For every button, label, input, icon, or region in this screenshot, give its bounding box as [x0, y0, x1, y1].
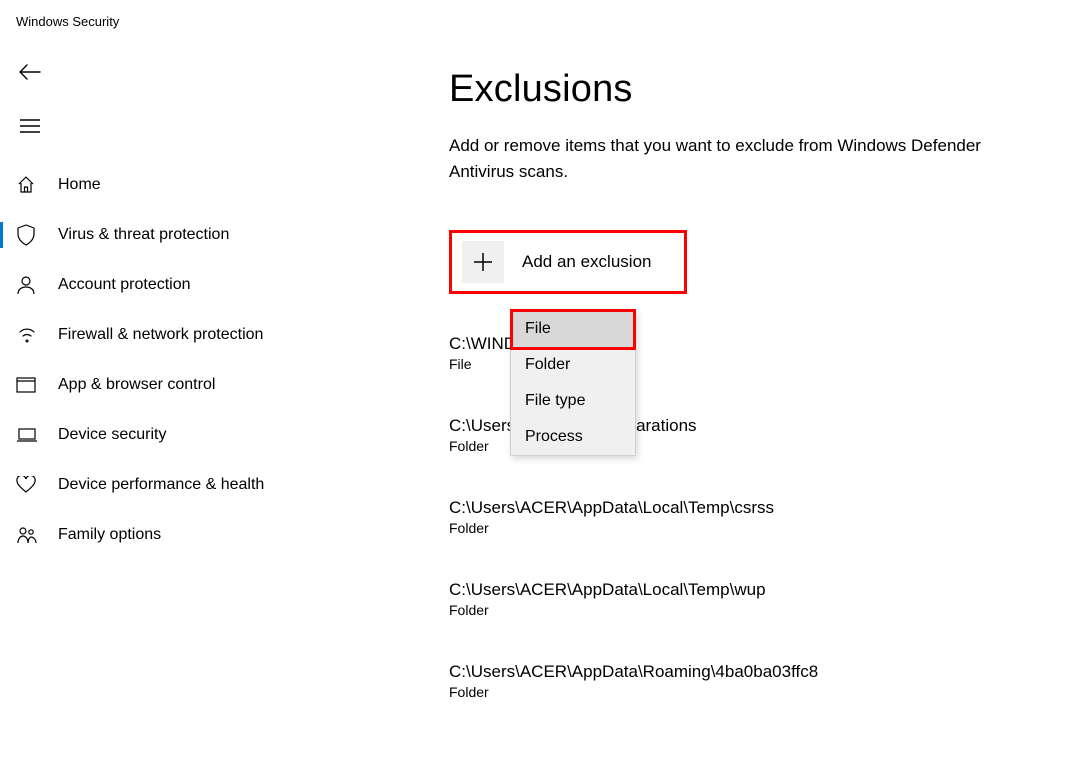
signal-icon: [16, 326, 44, 344]
add-exclusion-button[interactable]: Add an exclusion: [449, 230, 687, 294]
person-icon: [16, 275, 44, 295]
sidebar-item-label: Account protection: [58, 276, 191, 294]
exclusion-entry[interactable]: C:\Users\ACER\AppData\Local\Temp\wup Fol…: [449, 580, 1049, 618]
sidebar-item-label: Firewall & network protection: [58, 326, 263, 344]
add-exclusion-label: Add an exclusion: [522, 252, 651, 272]
app-icon: [16, 377, 44, 393]
sidebar-item-app-browser[interactable]: App & browser control: [0, 360, 330, 410]
exclusion-entry[interactable]: C:\Users\ACER\AppData\Local\Temp\csrss F…: [449, 498, 1049, 536]
exclusion-type: Folder: [449, 520, 1049, 536]
sidebar-item-label: App & browser control: [58, 376, 215, 394]
plus-icon: [462, 241, 504, 283]
family-icon: [16, 526, 44, 544]
sidebar-item-account[interactable]: Account protection: [0, 260, 330, 310]
app-title: Windows Security: [0, 0, 1069, 29]
add-exclusion-dropdown: File Folder File type Process: [510, 310, 636, 456]
page-description: Add or remove items that you want to exc…: [449, 133, 1049, 184]
device-icon: [16, 427, 44, 443]
sidebar-item-label: Virus & threat protection: [58, 226, 229, 244]
page-title: Exclusions: [449, 68, 1049, 111]
exclusion-path: C:\Users\ACER\AppData\Roaming\4ba0ba03ff…: [449, 662, 1049, 682]
sidebar-item-firewall[interactable]: Firewall & network protection: [0, 310, 330, 360]
dropdown-item-file-type[interactable]: File type: [511, 383, 635, 419]
exclusion-path: C:\Users\ACER\AppData\Local\Temp\csrss: [449, 498, 1049, 518]
sidebar-item-label: Home: [58, 176, 101, 194]
sidebar-item-performance-health[interactable]: Device performance & health: [0, 460, 330, 510]
shield-icon: [16, 224, 44, 246]
hamburger-menu-button[interactable]: [14, 110, 46, 142]
exclusion-type: Folder: [449, 602, 1049, 618]
hamburger-icon: [20, 119, 40, 133]
exclusion-path: C:\Users\ACER\AppData\Local\Temp\wup: [449, 580, 1049, 600]
exclusion-entry[interactable]: C:\Users\ACER\AppData\Roaming\4ba0ba03ff…: [449, 662, 1049, 700]
sidebar-item-label: Family options: [58, 526, 161, 544]
heart-icon: [16, 476, 44, 494]
sidebar-item-virus-threat[interactable]: Virus & threat protection: [0, 210, 330, 260]
dropdown-item-file[interactable]: File: [511, 311, 635, 347]
dropdown-item-process[interactable]: Process: [511, 419, 635, 455]
sidebar: Home Virus & threat protection Account p…: [0, 160, 330, 560]
back-arrow-icon: [19, 64, 41, 80]
exclusion-type: Folder: [449, 684, 1049, 700]
home-icon: [16, 175, 44, 195]
sidebar-item-device-security[interactable]: Device security: [0, 410, 330, 460]
dropdown-item-folder[interactable]: Folder: [511, 347, 635, 383]
sidebar-item-family[interactable]: Family options: [0, 510, 330, 560]
back-button[interactable]: [14, 56, 46, 88]
sidebar-item-label: Device security: [58, 426, 166, 444]
sidebar-item-home[interactable]: Home: [0, 160, 330, 210]
sidebar-item-label: Device performance & health: [58, 476, 264, 494]
